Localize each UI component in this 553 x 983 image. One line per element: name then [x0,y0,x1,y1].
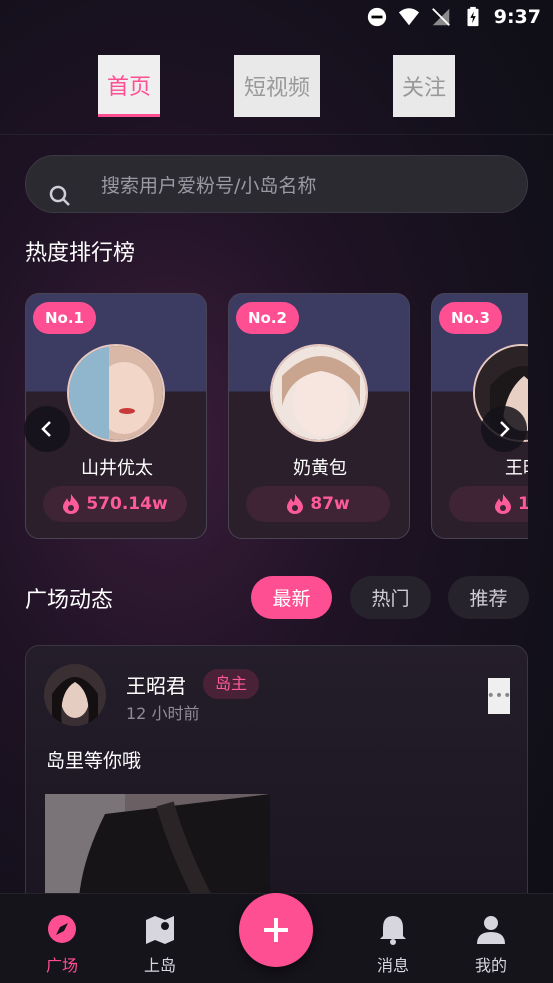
post-time: 12 小时前 [126,704,200,723]
search-icon [49,185,70,206]
avatar [270,344,368,442]
avatar[interactable] [44,664,106,726]
filter-recommended[interactable]: 推荐 [448,576,529,619]
status-time: 9:37 [493,6,541,28]
nav-label: 消息 [376,956,409,975]
no-signal-icon [431,8,450,26]
nav-square[interactable]: 广场 [22,912,102,976]
nav-profile[interactable]: 我的 [451,912,531,976]
wifi-icon [398,8,419,26]
ranking-title: 热度排行榜 [25,241,136,266]
status-bar: 9:37 [0,0,553,40]
heat-badge: 19. [449,486,528,522]
rank-name: 王昭 [505,458,528,479]
feed-title: 广场动态 [25,588,114,613]
carousel-prev-button[interactable] [24,406,70,452]
chevron-left-icon [41,421,51,437]
post-author[interactable]: 王昭君 [126,670,186,699]
flame-icon [287,494,304,514]
nav-label: 上岛 [143,956,176,975]
battery-charging-icon [467,6,479,27]
heat-badge: 570.14w [43,486,187,522]
rank-badge: No.2 [236,302,299,334]
do-not-disturb-icon [367,7,386,27]
bell-icon [380,916,406,945]
rank-name: 山井优太 [81,458,153,479]
heat-value: 87w [310,494,350,514]
search-input[interactable]: 搜索用户爱粉号/小岛名称 [25,155,528,213]
heat-badge: 87w [246,486,390,522]
post-text: 岛里等你哦 [46,750,142,772]
tab-home[interactable]: 首页 [98,55,160,117]
filter-hot[interactable]: 热门 [350,576,431,619]
filter-latest[interactable]: 最新 [251,576,332,619]
ranking-carousel: No.1 山井优太 570.14w No.2 奶黄包 87w No.3 王昭 1… [25,293,528,540]
more-button[interactable]: ••• [487,678,511,714]
rank-card-2[interactable]: No.2 奶黄包 87w [228,293,410,539]
plus-icon [264,918,288,942]
carousel-next-button[interactable] [481,406,527,452]
nav-island[interactable]: 上岛 [120,912,200,976]
user-icon [477,916,505,944]
nav-messages[interactable]: 消息 [353,912,433,976]
tab-short-video[interactable]: 短视频 [234,55,320,117]
flame-icon [494,494,511,514]
flame-icon [63,494,80,514]
top-tabs: 首页 短视频 关注 [0,55,553,135]
search-placeholder: 搜索用户爱粉号/小岛名称 [101,175,317,197]
heat-value: 570.14w [86,494,168,514]
tab-follow[interactable]: 关注 [393,55,455,117]
rank-badge: No.1 [33,302,96,334]
nav-label: 我的 [474,956,507,975]
nav-label: 广场 [45,956,78,975]
chevron-right-icon [500,421,510,437]
role-badge: 岛主 [203,669,260,699]
map-icon [146,916,174,944]
avatar [67,344,165,442]
create-post-button[interactable] [239,893,313,967]
rank-name: 奶黄包 [293,458,347,479]
compass-icon [48,915,76,943]
heat-value: 19. [518,494,528,514]
rank-badge: No.3 [439,302,502,334]
